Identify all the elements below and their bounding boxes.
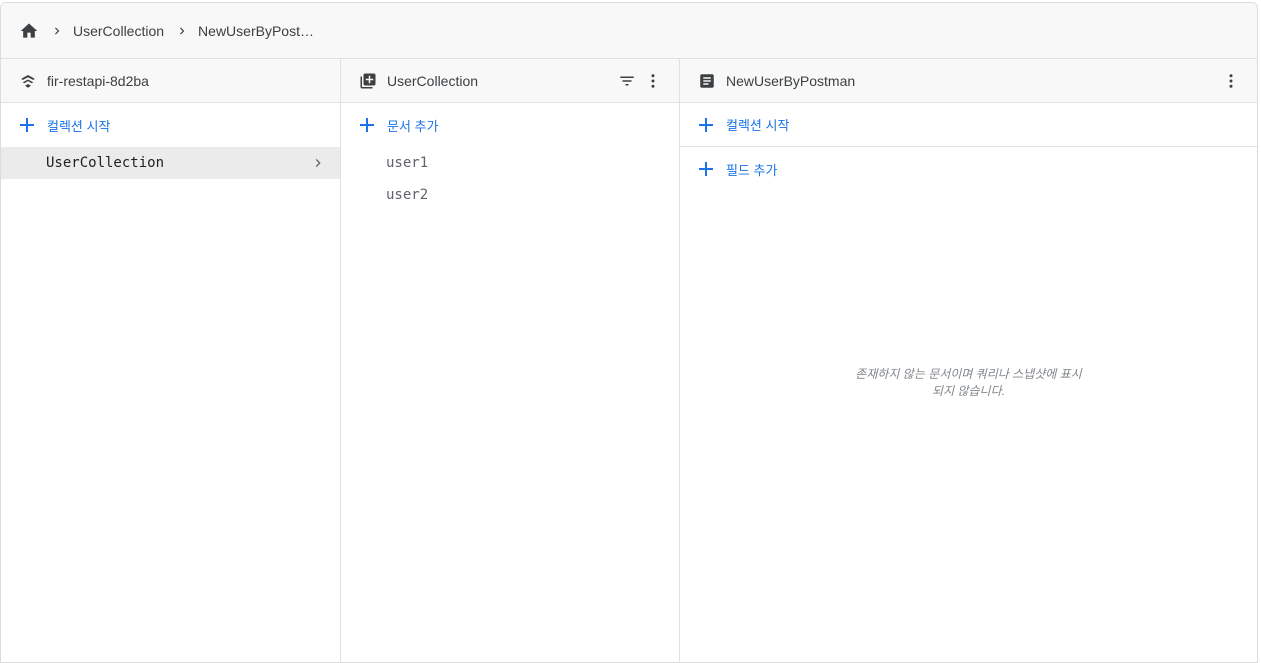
collection-list-item[interactable]: UserCollection (1, 147, 340, 179)
root-column: fir-restapi-8d2ba 컬렉션 시작 UserCollection (1, 59, 341, 662)
chevron-right-icon (47, 24, 67, 38)
add-document-label: 문서 추가 (387, 118, 439, 134)
breadcrumb-item-collection[interactable]: UserCollection (73, 23, 164, 39)
start-subcollection-button[interactable]: 컬렉션 시작 (680, 103, 1257, 147)
add-field-label: 필드 추가 (726, 162, 778, 178)
plus-icon (698, 117, 714, 133)
plus-icon (698, 161, 714, 177)
more-vert-icon[interactable] (643, 71, 663, 91)
breadcrumb-item-document[interactable]: NewUserByPost… (198, 23, 314, 39)
empty-document-message: 존재하지 않는 문서이며 쿼리나 스냅샷에 표시 되지 않습니다. (680, 366, 1257, 400)
start-subcollection-label: 컬렉션 시작 (726, 118, 790, 133)
collection-column-header: UserCollection (341, 59, 679, 103)
empty-message-line-2: 되지 않습니다. (932, 384, 1005, 398)
document-icon (698, 72, 716, 90)
database-icon (19, 72, 37, 90)
document-list-item-label: user1 (386, 155, 429, 171)
document-list-item[interactable]: user1 (341, 147, 679, 179)
document-column-header: NewUserByPostman (680, 59, 1257, 103)
plus-icon (359, 117, 375, 133)
root-column-header: fir-restapi-8d2ba (1, 59, 340, 103)
plus-icon (19, 117, 35, 133)
home-icon[interactable] (19, 21, 39, 41)
chevron-right-icon (310, 155, 326, 171)
start-collection-button[interactable]: 컬렉션 시작 (1, 103, 340, 147)
document-title: NewUserByPostman (726, 72, 856, 89)
collection-column: UserCollection 문서 추가 user1 user2 (341, 59, 680, 662)
collection-list-item-label: UserCollection (46, 155, 165, 171)
add-document-button[interactable]: 문서 추가 (341, 103, 679, 147)
collection-title: UserCollection (387, 72, 479, 89)
empty-message-line-1: 존재하지 않는 문서이며 쿼리나 스냅샷에 표시 (855, 367, 1082, 381)
firestore-data-panel: UserCollection NewUserByPost… fir-restap… (0, 2, 1258, 663)
document-column: NewUserByPostman 컬렉션 시작 필드 추가 존재하지 않는 문서… (680, 59, 1257, 662)
document-list-item[interactable]: user2 (341, 179, 679, 211)
start-collection-label: 컬렉션 시작 (47, 118, 111, 134)
add-field-button[interactable]: 필드 추가 (680, 147, 1257, 191)
breadcrumb: UserCollection NewUserByPost… (1, 3, 1257, 59)
document-list-item-label: user2 (386, 187, 429, 203)
project-title: fir-restapi-8d2ba (47, 72, 149, 89)
filter-icon[interactable] (617, 71, 637, 91)
more-vert-icon[interactable] (1221, 71, 1241, 91)
collection-icon (359, 72, 377, 90)
chevron-right-icon (172, 24, 192, 38)
